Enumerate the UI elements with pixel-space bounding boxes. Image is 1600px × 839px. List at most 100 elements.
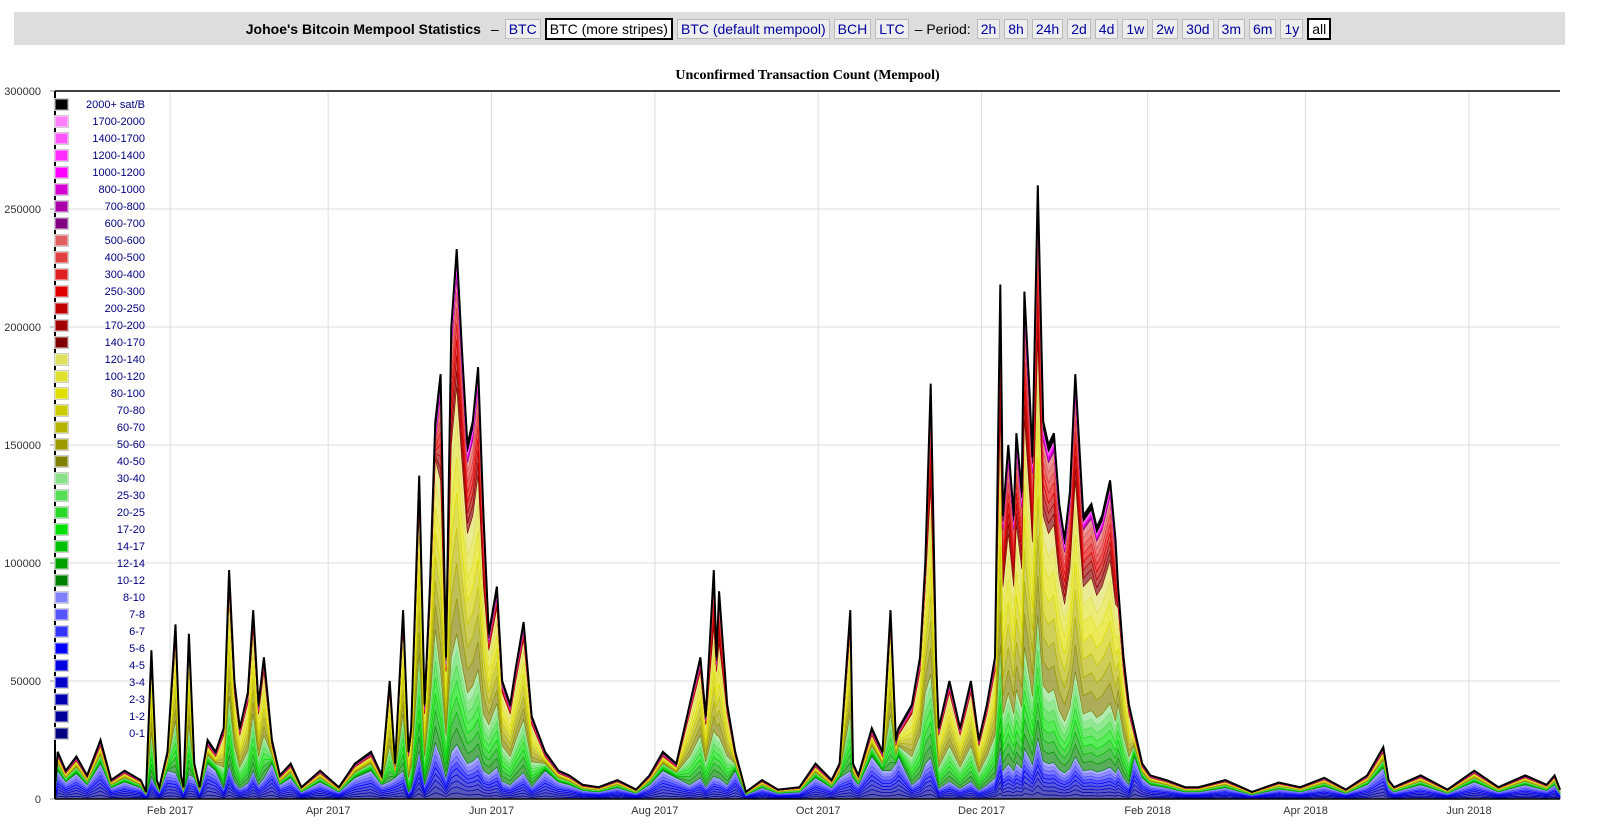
legend-label: 50-60 <box>116 438 145 451</box>
legend-label: 250-300 <box>104 285 145 298</box>
legend-item[interactable]: 2000+ sat/B <box>54 96 145 113</box>
legend-item[interactable]: 17-20 <box>54 521 145 538</box>
legend-item[interactable]: 50-60 <box>54 436 145 453</box>
legend-label: 120-140 <box>104 353 145 366</box>
legend-item[interactable]: 1-2 <box>54 708 145 725</box>
band-60-70 <box>54 496 1561 795</box>
legend-swatch <box>54 591 69 604</box>
legend-item[interactable]: 30-40 <box>54 470 145 487</box>
legend-item[interactable]: 5-6 <box>54 640 145 657</box>
legend-swatch <box>54 455 69 468</box>
legend-item[interactable]: 140-170 <box>54 334 145 351</box>
legend-item[interactable]: 12-14 <box>54 555 145 572</box>
legend-swatch <box>54 302 69 315</box>
legend-item[interactable]: 2-3 <box>54 691 145 708</box>
legend-swatch <box>54 710 69 723</box>
x-tick-label: Jun 2018 <box>1446 805 1491 817</box>
band-2000-sat-b <box>54 185 1561 793</box>
legend-swatch <box>54 523 69 536</box>
legend-item[interactable]: 1000-1200 <box>54 164 145 181</box>
legend-label: 1000-1200 <box>92 166 145 179</box>
x-tick-label: Jun 2017 <box>469 805 514 817</box>
legend-label: 200-250 <box>104 302 145 315</box>
legend-swatch <box>54 557 69 570</box>
legend-swatch <box>54 659 69 672</box>
legend-item[interactable]: 7-8 <box>54 606 145 623</box>
legend-label: 100-120 <box>104 370 145 383</box>
legend-item[interactable]: 6-7 <box>54 623 145 640</box>
legend-swatch <box>54 200 69 213</box>
legend-item[interactable]: 60-70 <box>54 419 145 436</box>
legend-label: 300-400 <box>104 268 145 281</box>
legend-item[interactable]: 300-400 <box>54 266 145 283</box>
legend-swatch <box>54 370 69 383</box>
legend-label: 1700-2000 <box>92 115 145 128</box>
legend-item[interactable]: 80-100 <box>54 385 145 402</box>
legend-item[interactable]: 400-500 <box>54 249 145 266</box>
chart-title: Unconfirmed Transaction Count (Mempool) <box>675 68 940 83</box>
band-80-100 <box>54 417 1561 795</box>
legend-swatch <box>54 149 69 162</box>
legend-swatch <box>54 387 69 400</box>
legend-item[interactable]: 40-50 <box>54 453 145 470</box>
legend-label: 40-50 <box>116 455 145 468</box>
legend-item[interactable]: 100-120 <box>54 368 145 385</box>
y-tick-label: 300000 <box>4 86 41 98</box>
legend-item[interactable]: 14-17 <box>54 538 145 555</box>
band-100-120 <box>54 378 1561 795</box>
band-170-200 <box>54 303 1561 794</box>
y-tick-label: 150000 <box>4 440 41 452</box>
legend-item[interactable]: 600-700 <box>54 215 145 232</box>
legend-item[interactable]: 8-10 <box>54 589 145 606</box>
band-700-800 <box>54 210 1561 793</box>
legend-label: 4-5 <box>129 659 145 672</box>
legend-swatch <box>54 115 69 128</box>
legend-item[interactable]: 20-25 <box>54 504 145 521</box>
band-25-30 <box>54 632 1561 795</box>
y-tick-label: 250000 <box>4 204 41 216</box>
y-tick-label: 50000 <box>10 676 41 688</box>
legend-item[interactable]: 120-140 <box>54 351 145 368</box>
legend-swatch <box>54 625 69 638</box>
legend-swatch <box>54 642 69 655</box>
legend-swatch <box>54 540 69 553</box>
legend-label: 700-800 <box>104 200 145 213</box>
legend-swatch <box>54 251 69 264</box>
band-300-400 <box>54 251 1561 793</box>
x-tick-label: Apr 2017 <box>306 805 351 817</box>
legend-item[interactable]: 70-80 <box>54 402 145 419</box>
legend-item[interactable]: 700-800 <box>54 198 145 215</box>
legend-item[interactable]: 1400-1700 <box>54 130 145 147</box>
legend-label: 800-1000 <box>98 183 146 196</box>
legend-item[interactable]: 200-250 <box>54 300 145 317</box>
legend-item[interactable]: 800-1000 <box>54 181 145 198</box>
band-30-40 <box>54 614 1561 795</box>
legend-label: 14-17 <box>116 540 145 553</box>
legend-item[interactable]: 0-1 <box>54 725 145 742</box>
band-1200-1400 <box>54 202 1561 793</box>
band-1400-1700 <box>54 200 1561 793</box>
legend-swatch <box>54 472 69 485</box>
legend-item[interactable]: 3-4 <box>54 674 145 691</box>
legend-swatch <box>54 506 69 519</box>
band-800-1000 <box>54 208 1561 793</box>
legend-label: 70-80 <box>116 404 145 417</box>
legend-item[interactable]: 1200-1400 <box>54 147 145 164</box>
band-140-170 <box>54 321 1561 794</box>
band-250-300 <box>54 268 1561 793</box>
legend-item[interactable]: 170-200 <box>54 317 145 334</box>
legend-swatch <box>54 489 69 502</box>
legend-label: 2000+ sat/B <box>85 98 145 111</box>
legend-swatch <box>54 438 69 451</box>
legend-item[interactable]: 4-5 <box>54 657 145 674</box>
legend-item[interactable]: 250-300 <box>54 283 145 300</box>
legend-swatch <box>54 132 69 145</box>
y-tick-label: 0 <box>35 794 41 806</box>
legend-swatch <box>54 268 69 281</box>
legend-swatch <box>54 608 69 621</box>
legend-item[interactable]: 10-12 <box>54 572 145 589</box>
legend-item[interactable]: 25-30 <box>54 487 145 504</box>
legend-item[interactable]: 1700-2000 <box>54 113 145 130</box>
legend-item[interactable]: 500-600 <box>54 232 145 249</box>
legend-swatch <box>54 676 69 689</box>
